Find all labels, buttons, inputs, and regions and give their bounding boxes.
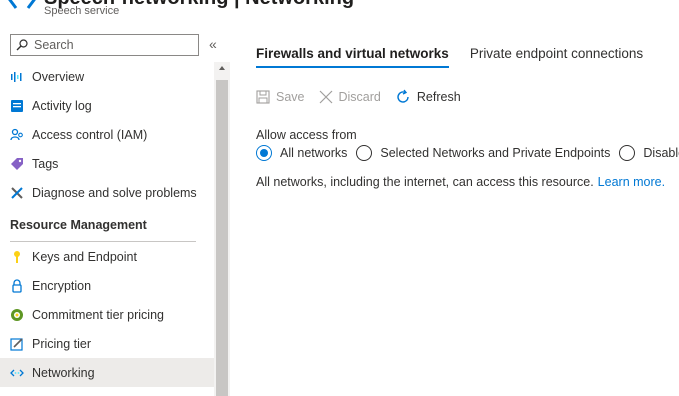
tag-icon bbox=[10, 157, 24, 171]
info-text: All networks, including the internet, ca… bbox=[256, 175, 594, 189]
collapse-sidebar-button[interactable]: « bbox=[209, 36, 217, 52]
sidebar-item-commitment-tier[interactable]: Commitment tier pricing bbox=[0, 300, 214, 329]
refresh-label: Refresh bbox=[416, 90, 461, 104]
radio-label: Disabled bbox=[643, 146, 679, 160]
radio-button[interactable] bbox=[356, 145, 373, 161]
radio-label: Selected Networks and Private Endpoints bbox=[380, 146, 611, 160]
access-radio-group: All networks Selected Networks and Priva… bbox=[256, 145, 679, 161]
refresh-icon bbox=[397, 89, 409, 103]
sidebar-item-label: Pricing tier bbox=[32, 336, 92, 351]
radio-label: All networks bbox=[280, 146, 348, 160]
scrollbar-thumb[interactable] bbox=[216, 80, 228, 396]
save-button[interactable]: Save bbox=[256, 90, 305, 104]
sidebar-item-diagnose[interactable]: Diagnose and solve problems bbox=[0, 178, 214, 207]
save-icon bbox=[256, 90, 270, 104]
sidebar-item-label: Diagnose and solve problems bbox=[32, 185, 197, 200]
sidebar-item-label: Access control (IAM) bbox=[32, 127, 148, 142]
networking-resource-icon bbox=[8, 0, 36, 9]
discard-label: Discard bbox=[338, 90, 381, 104]
radio-disabled[interactable]: Disabled bbox=[619, 145, 679, 161]
tab-bar: Firewalls and virtual networks Private e… bbox=[256, 28, 679, 68]
pricing-tier-icon bbox=[10, 337, 24, 351]
close-icon bbox=[319, 90, 332, 104]
sidebar-item-label: Encryption bbox=[32, 278, 92, 293]
save-label: Save bbox=[276, 90, 305, 104]
sidebar-item-label: Activity log bbox=[32, 98, 92, 113]
sidebar-item-label: Overview bbox=[32, 69, 85, 84]
resource-header: Speech-networking | Networking Speech se… bbox=[0, 0, 679, 24]
sidebar-item-label: Networking bbox=[32, 365, 95, 380]
discard-button[interactable]: Discard bbox=[319, 90, 381, 104]
wrench-icon bbox=[10, 186, 24, 200]
radio-button[interactable] bbox=[256, 145, 272, 161]
sidebar-item-networking[interactable]: Networking bbox=[0, 358, 214, 387]
section-resource-management: Resource Management bbox=[0, 207, 214, 242]
page-subtitle: Speech service bbox=[44, 5, 120, 17]
radio-selected-networks[interactable]: Selected Networks and Private Endpoints bbox=[356, 145, 610, 161]
sidebar-item-keys-endpoint[interactable]: Keys and Endpoint bbox=[0, 242, 214, 271]
activity-log-icon bbox=[10, 99, 24, 113]
sidebar-item-activity-log[interactable]: Activity log bbox=[0, 91, 214, 120]
overview-icon bbox=[10, 70, 24, 84]
refresh-button[interactable]: Refresh bbox=[395, 89, 461, 105]
sidebar-scrollbar[interactable] bbox=[214, 62, 230, 396]
sidebar-item-overview[interactable]: Overview bbox=[0, 62, 214, 91]
access-info-text: All networks, including the internet, ca… bbox=[256, 175, 665, 189]
search-icon bbox=[16, 39, 28, 51]
sidebar-item-label: Commitment tier pricing bbox=[32, 307, 164, 322]
sidebar-nav: Overview Activity log Access control (IA… bbox=[0, 62, 214, 387]
sidebar-item-pricing-tier[interactable]: Pricing tier bbox=[0, 329, 214, 358]
networking-icon bbox=[10, 366, 24, 380]
radio-all-networks[interactable]: All networks bbox=[256, 145, 347, 161]
tab-private-endpoint-connections[interactable]: Private endpoint connections bbox=[470, 46, 643, 68]
access-control-icon bbox=[10, 128, 24, 142]
sidebar-item-access-control[interactable]: Access control (IAM) bbox=[0, 120, 214, 149]
scroll-up-arrow-icon[interactable] bbox=[219, 66, 225, 70]
search-input[interactable] bbox=[34, 38, 194, 52]
commitment-icon bbox=[10, 308, 24, 322]
tab-firewalls-and-virtual-networks[interactable]: Firewalls and virtual networks bbox=[256, 46, 449, 68]
key-icon bbox=[10, 250, 24, 264]
main-content: Firewalls and virtual networks Private e… bbox=[256, 28, 679, 189]
sidebar: « Overview Activity log Access control (… bbox=[0, 28, 230, 396]
sidebar-item-encryption[interactable]: Encryption bbox=[0, 271, 214, 300]
sidebar-item-label: Tags bbox=[32, 156, 59, 171]
allow-access-label: Allow access from bbox=[256, 128, 357, 142]
learn-more-link[interactable]: Learn more. bbox=[598, 175, 665, 189]
lock-icon bbox=[10, 278, 24, 293]
command-bar: Save Discard Refresh bbox=[256, 86, 475, 108]
sidebar-item-label: Keys and Endpoint bbox=[32, 249, 137, 264]
search-box[interactable] bbox=[10, 34, 199, 56]
sidebar-item-tags[interactable]: Tags bbox=[0, 149, 214, 178]
radio-button[interactable] bbox=[619, 145, 636, 161]
